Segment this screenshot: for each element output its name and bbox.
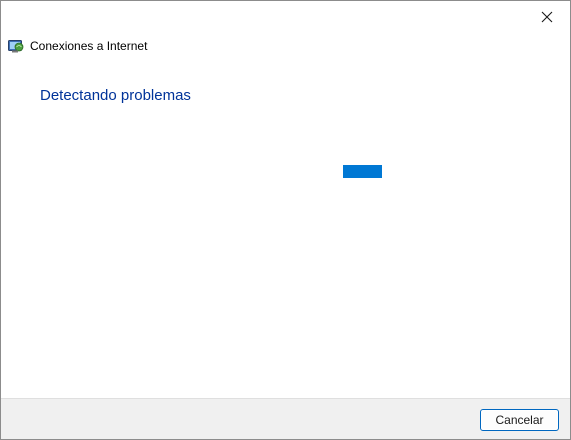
close-icon xyxy=(541,11,553,22)
progress-bar xyxy=(201,165,570,178)
window-title: Conexiones a Internet xyxy=(30,39,148,53)
progress-indicator xyxy=(343,165,382,178)
troubleshooter-window: Conexiones a Internet Detectando problem… xyxy=(0,0,571,440)
network-troubleshooter-icon xyxy=(8,40,24,53)
dialog-footer: Cancelar xyxy=(1,398,570,439)
window-title-bar: Conexiones a Internet xyxy=(8,38,147,54)
cancel-button[interactable]: Cancelar xyxy=(480,409,559,431)
close-button[interactable] xyxy=(524,1,570,32)
status-heading: Detectando problemas xyxy=(40,87,191,104)
